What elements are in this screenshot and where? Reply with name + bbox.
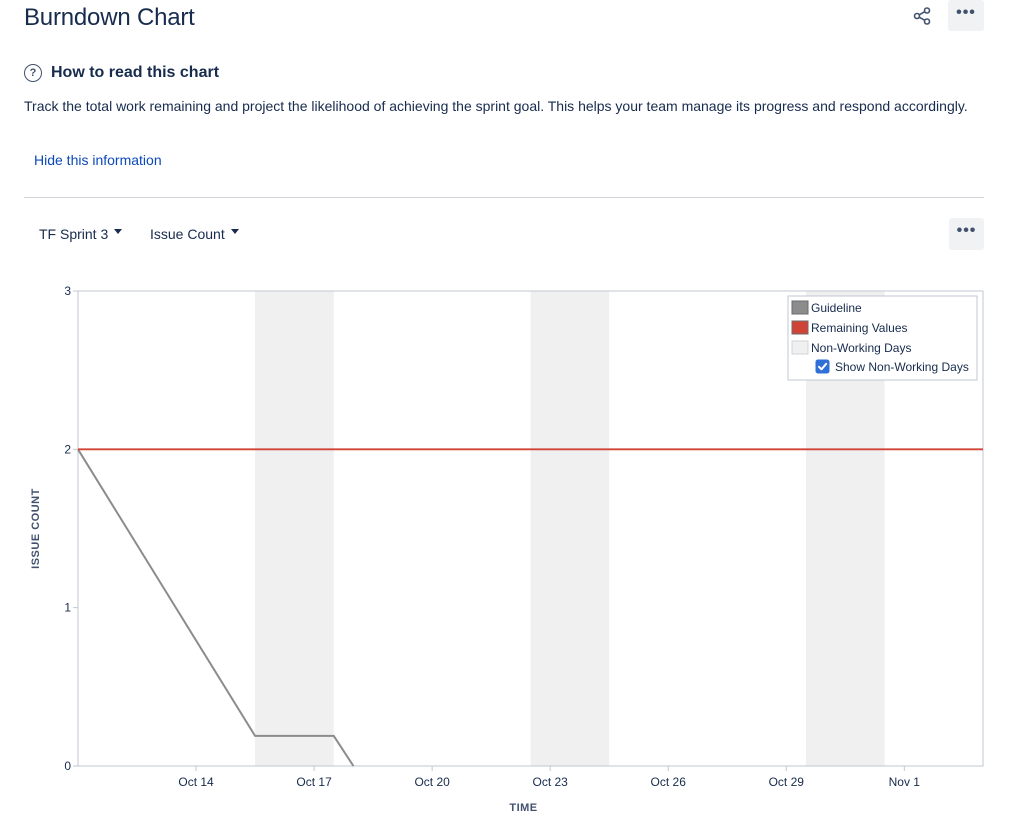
- non-working-band-1: [530, 291, 610, 766]
- checkbox-box[interactable]: [815, 359, 830, 374]
- show-non-working-days-label[interactable]: Show Non-Working Days: [835, 360, 969, 374]
- info-title: How to read this chart: [51, 64, 220, 81]
- y-tick-label: 3: [64, 284, 71, 298]
- metric-dropdown-label: Issue Count: [150, 226, 225, 242]
- burndown-chart: 0 1 2 3 Oct 14 Oct 17 Oct 20 Oct 23 Oct 26 Oct 2…: [30, 284, 984, 813]
- more-icon: •••: [956, 222, 977, 239]
- chart-legend: Guideline Remaining Values Non-Working D…: [787, 295, 978, 381]
- share-button[interactable]: [906, 2, 938, 30]
- x-axis: Oct 14 Oct 17 Oct 20 Oct 23 Oct 26 Oct 29 Nov …: [178, 766, 920, 789]
- hide-information-link[interactable]: Hide this information: [34, 152, 162, 168]
- legend-swatch-guideline: [791, 300, 809, 315]
- metric-dropdown[interactable]: Issue Count: [150, 224, 239, 244]
- x-tick-label: Oct 14: [178, 775, 214, 789]
- chevron-down-icon: [114, 228, 123, 234]
- page-title: Burndown Chart: [24, 4, 195, 31]
- y-axis: 0 1 2 3: [64, 284, 78, 773]
- chevron-down-icon: [230, 228, 239, 234]
- legend-label-guideline: Guideline: [811, 301, 862, 315]
- y-tick-label: 1: [64, 601, 71, 615]
- info-header: ? How to read this chart: [24, 64, 219, 82]
- sprint-dropdown-label: TF Sprint 3: [39, 226, 109, 242]
- x-tick-label: Oct 17: [296, 775, 332, 789]
- legend-label-non-working-days: Non-Working Days: [811, 341, 911, 355]
- chart-more-button[interactable]: •••: [949, 218, 984, 250]
- x-tick-label: Oct 29: [769, 775, 805, 789]
- x-tick-label: Nov 1: [889, 775, 921, 789]
- sprint-dropdown[interactable]: TF Sprint 3: [39, 224, 123, 244]
- legend-label-remaining-values: Remaining Values: [811, 321, 908, 335]
- page-more-button[interactable]: •••: [948, 0, 984, 31]
- non-working-band-0: [255, 291, 334, 766]
- question-circle-icon: ?: [24, 64, 42, 82]
- y-tick-label: 2: [64, 442, 71, 456]
- x-tick-label: Oct 20: [414, 775, 450, 789]
- x-tick-label: Oct 26: [651, 775, 687, 789]
- y-axis-title: ISSUE COUNT: [30, 488, 42, 569]
- more-icon: •••: [956, 3, 976, 21]
- x-axis-title: TIME: [509, 802, 537, 813]
- show-non-working-days-checkbox[interactable]: [815, 359, 830, 374]
- info-description: Track the total work remaining and proje…: [24, 98, 968, 114]
- share-icon: [913, 7, 931, 25]
- divider: [24, 197, 984, 198]
- y-tick-label: 0: [64, 759, 71, 773]
- legend-swatch-non-working-days: [791, 340, 809, 355]
- x-tick-label: Oct 23: [532, 775, 568, 789]
- legend-swatch-remaining-values: [791, 320, 809, 335]
